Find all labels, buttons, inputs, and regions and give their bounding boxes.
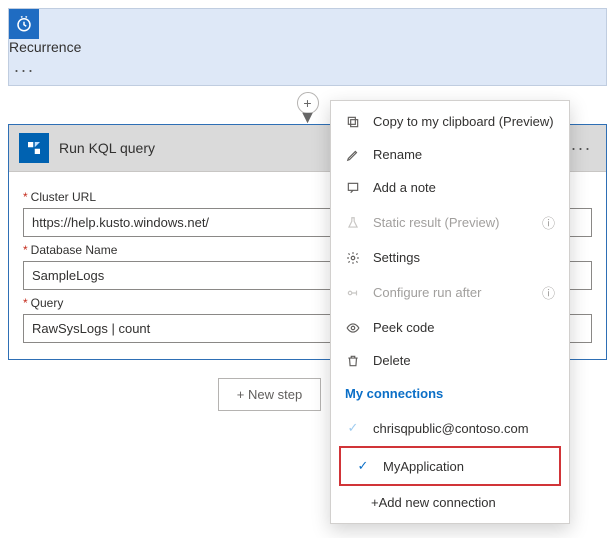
info-icon: ⓘ: [542, 213, 555, 232]
my-connections-header: My connections: [331, 377, 569, 410]
arrow-down-icon: ▼: [299, 112, 317, 122]
gear-icon: [345, 251, 361, 265]
menu-copy[interactable]: Copy to my clipboard (Preview): [331, 105, 569, 138]
connection-item-0[interactable]: ✓ chrisqpublic@contoso.com: [331, 410, 569, 446]
check-icon: ✓: [355, 458, 371, 474]
new-step-button[interactable]: + New step: [218, 378, 321, 411]
kql-icon: [19, 133, 49, 163]
action-more-button[interactable]: ···: [566, 133, 596, 163]
add-new-connection[interactable]: +Add new connection: [331, 486, 569, 519]
flask-icon: [345, 216, 361, 230]
trigger-title: Recurrence: [9, 39, 606, 55]
note-icon: [345, 181, 361, 195]
selected-connection-highlight: ✓ MyApplication: [339, 446, 561, 486]
context-menu: Copy to my clipboard (Preview) Rename Ad…: [330, 100, 570, 524]
trigger-card[interactable]: Recurrence ···: [8, 8, 607, 86]
trash-icon: [345, 354, 361, 368]
trigger-more-button[interactable]: ···: [9, 55, 39, 85]
menu-delete[interactable]: Delete: [331, 344, 569, 377]
menu-peek-code[interactable]: Peek code: [331, 311, 569, 344]
run-after-icon: [345, 286, 361, 300]
menu-settings[interactable]: Settings: [331, 241, 569, 274]
pencil-icon: [345, 148, 361, 162]
menu-static-result: Static result (Preview) ⓘ: [331, 204, 569, 241]
eye-icon: [345, 321, 361, 335]
check-icon: ✓: [345, 420, 361, 436]
menu-add-note[interactable]: Add a note: [331, 171, 569, 204]
clock-icon: [9, 9, 39, 39]
connection-item-1[interactable]: ✓ MyApplication: [341, 448, 559, 484]
info-icon: ⓘ: [542, 283, 555, 302]
menu-configure-run-after: Configure run after ⓘ: [331, 274, 569, 311]
menu-rename[interactable]: Rename: [331, 138, 569, 171]
copy-icon: [345, 115, 361, 129]
